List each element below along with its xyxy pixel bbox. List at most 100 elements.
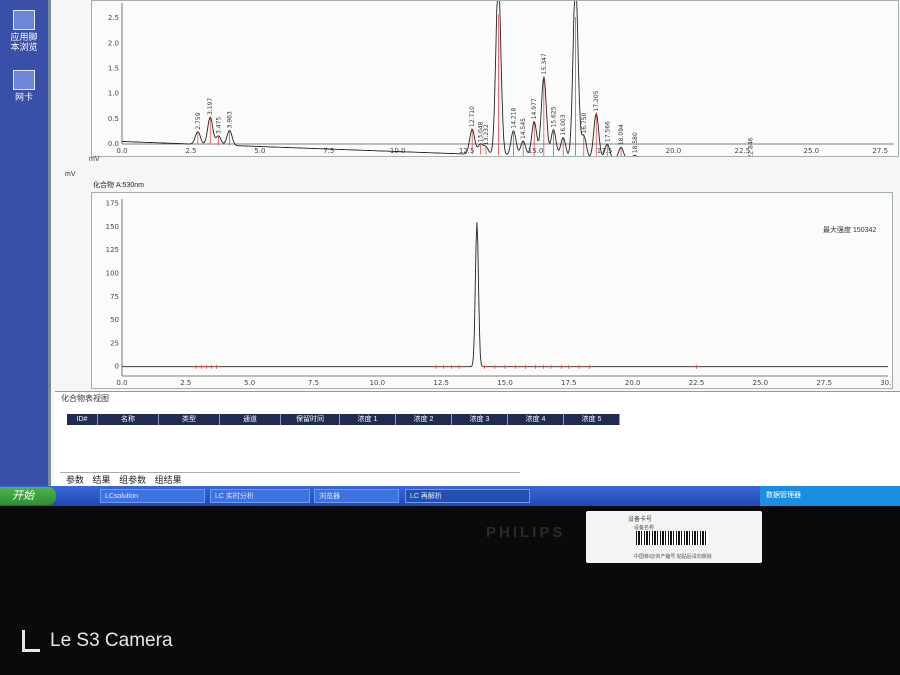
x-tick-label: 10.0 bbox=[370, 379, 386, 387]
integration-marker: + bbox=[559, 363, 564, 372]
y-tick-label: 1.0 bbox=[108, 90, 119, 98]
x-tick-label: 22.5 bbox=[689, 379, 705, 387]
asset-label-line1: 设备卡号 bbox=[628, 517, 653, 523]
camera-logo-icon bbox=[22, 630, 40, 652]
x-tick-label: 7.5 bbox=[323, 147, 334, 155]
integration-marker: + bbox=[449, 363, 454, 372]
integration-marker: + bbox=[482, 363, 487, 372]
integration-marker: + bbox=[441, 363, 446, 372]
y-tick-label: 50 bbox=[110, 316, 119, 324]
desktop-icon-network[interactable]: 网卡 bbox=[4, 70, 44, 102]
chromatogram-trace bbox=[122, 0, 894, 171]
x-tick-label: 20.0 bbox=[625, 379, 641, 387]
y-tick-label: 2.5 bbox=[108, 14, 119, 22]
desktop-icon-label: 网卡 bbox=[14, 92, 33, 102]
y-tick-label: 100 bbox=[106, 270, 119, 278]
chromatogram-lower[interactable]: 0.0 2.5 5.0 7.5 10.0 12.5 15.0 17.5 20.0 22.5 25.0… bbox=[91, 192, 896, 389]
chromatogram-upper-svg: 0.0 2.5 5.0 7.5 10.0 12.5 15.0 17.5 20.0 22.5 25.0… bbox=[108, 0, 894, 171]
y-tick-label: 25 bbox=[110, 339, 119, 347]
x-tick-label: 5.0 bbox=[254, 147, 265, 155]
network-icon bbox=[13, 70, 35, 90]
compound-table-title: 化合物表视图 bbox=[61, 394, 109, 403]
desktop-icon-label: 应用脚 本浏览 bbox=[10, 32, 38, 52]
x-tick-label: 2.5 bbox=[185, 147, 196, 155]
integration-marker: + bbox=[503, 363, 508, 372]
barcode-icon bbox=[636, 531, 708, 545]
column-header[interactable]: 名称 bbox=[98, 414, 159, 425]
x-tick-label: 12.5 bbox=[433, 379, 449, 387]
integration-marker: + bbox=[694, 363, 699, 372]
y-tick-label: 75 bbox=[110, 293, 119, 301]
y-tick-label: 125 bbox=[106, 246, 119, 254]
asset-label-line3: 中国移动/资产编号 粘贴后请勿撕除 bbox=[634, 554, 712, 560]
column-header[interactable]: 浓度 1 bbox=[340, 414, 396, 425]
chromatogram-upper[interactable]: 0.0 2.5 5.0 7.5 10.0 12.5 15.0 17.5 20.0 22.5 25.0… bbox=[91, 0, 899, 171]
integration-marker: + bbox=[533, 363, 538, 372]
y-tick-label: 150 bbox=[106, 223, 119, 231]
y-tick-label: 0.5 bbox=[108, 115, 119, 123]
system-tray[interactable]: 数据管理器 bbox=[760, 486, 900, 506]
peak-label: 22.846 bbox=[748, 137, 755, 156]
column-header[interactable]: ID# bbox=[67, 414, 98, 425]
y-tick-label: 175 bbox=[106, 200, 119, 208]
x-tick-label: 7.5 bbox=[308, 379, 319, 387]
peak-label: 15.625 bbox=[550, 106, 557, 127]
x-tick-label: 25.0 bbox=[803, 147, 819, 155]
tab-group-params[interactable]: 组参数 bbox=[119, 475, 146, 485]
peak-label: 14.218 bbox=[511, 107, 518, 128]
start-button[interactable]: 开始 bbox=[0, 487, 56, 505]
column-header[interactable]: 保留时间 bbox=[281, 414, 340, 425]
column-header[interactable]: 浓度 3 bbox=[452, 414, 508, 425]
integration-marker: + bbox=[587, 363, 592, 372]
peak-label: 16.750 bbox=[581, 113, 588, 134]
column-header[interactable]: 浓度 4 bbox=[508, 414, 564, 425]
integration-marker: + bbox=[492, 363, 497, 372]
tab-results[interactable]: 结果 bbox=[93, 475, 111, 485]
peak-label: 3.963 bbox=[227, 111, 234, 128]
y-tick-label: 1.5 bbox=[108, 64, 119, 72]
tab-params[interactable]: 参数 bbox=[66, 475, 84, 485]
peak-label: 18.580 bbox=[632, 132, 639, 153]
desktop: 应用脚 本浏览 网卡 bbox=[0, 0, 48, 486]
task-postrun[interactable]: LC 再解析 bbox=[405, 489, 530, 503]
integration-marker: + bbox=[513, 363, 518, 372]
x-tick-label: 30.0 bbox=[880, 379, 892, 387]
peak-label: 14.977 bbox=[531, 98, 538, 119]
tab-strip: 参数 结果 组参数 组结果 bbox=[60, 472, 520, 485]
integration-marker: + bbox=[566, 363, 571, 372]
asset-label-line2: 设备名称 bbox=[634, 525, 655, 531]
max-intensity-label: 最大强度 150342 bbox=[823, 227, 877, 234]
watermark-text: Le S3 Camera bbox=[50, 630, 173, 651]
column-header[interactable]: 通道 bbox=[220, 414, 281, 425]
compound-table-header: ID# 名称 类型 通道 保留时间 浓度 1 浓度 2 浓度 3 浓度 4 浓度 5 bbox=[67, 414, 620, 425]
screen: 应用脚 本浏览 网卡 0.0 2.5 5.0 7.5 10.0 12.5 15.0 17.5 2… bbox=[0, 0, 900, 506]
x-tick-label: 0.0 bbox=[116, 147, 127, 155]
camera-watermark: Le S3 Camera bbox=[22, 630, 173, 652]
peak-label: 2.759 bbox=[195, 112, 202, 129]
peak-label: 3.197 bbox=[207, 98, 214, 115]
x-tick-label: 27.5 bbox=[872, 147, 888, 155]
asset-label: 设备卡号 设备名称 中国移动/资产编号 粘贴后请勿撕除 bbox=[586, 511, 762, 563]
task-realtime[interactable]: LC 实时分析 bbox=[210, 489, 310, 503]
chromatogram-lower-svg: 0.0 2.5 5.0 7.5 10.0 12.5 15.0 17.5 20.0 22.5 25.0… bbox=[106, 199, 896, 387]
tab-group-results[interactable]: 组结果 bbox=[155, 475, 182, 485]
peak-label: 13.232 bbox=[483, 124, 490, 145]
x-tick-label: 20.0 bbox=[666, 147, 682, 155]
peak-label: 16.003 bbox=[560, 114, 567, 135]
task-browser[interactable]: 浏览器 bbox=[314, 489, 399, 503]
desktop-icon-script[interactable]: 应用脚 本浏览 bbox=[4, 10, 44, 52]
peak-label: 3.475 bbox=[216, 117, 223, 134]
integration-marker: + bbox=[214, 363, 219, 372]
chromatogram-trace bbox=[122, 222, 888, 368]
channel-title: 化合物 A:530nm bbox=[93, 182, 144, 189]
monitor-brand: PHILIPS bbox=[486, 524, 566, 541]
x-tick-label: 27.5 bbox=[816, 379, 832, 387]
integration-marker: + bbox=[541, 363, 546, 372]
peak-label: 17.205 bbox=[593, 90, 600, 111]
y-tick-label: 2.0 bbox=[108, 39, 119, 47]
column-header[interactable]: 类型 bbox=[159, 414, 220, 425]
integration-marker: + bbox=[434, 363, 439, 372]
task-lcsolution[interactable]: LCsolution bbox=[100, 489, 205, 503]
column-header[interactable]: 浓度 2 bbox=[396, 414, 452, 425]
column-header[interactable]: 浓度 5 bbox=[564, 414, 620, 425]
